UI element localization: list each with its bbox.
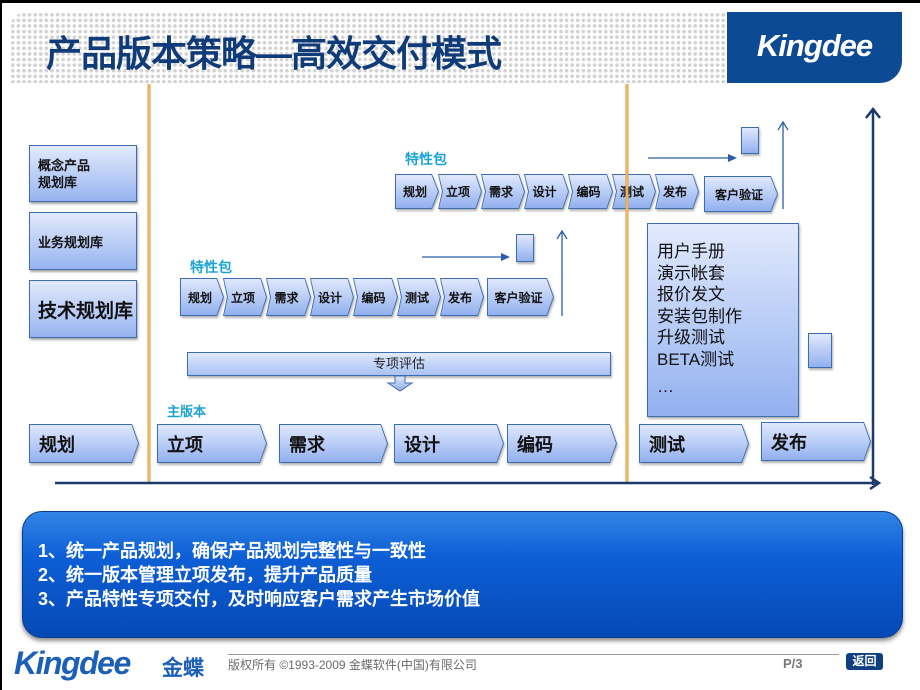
header-logo: Kingdee [727, 12, 902, 83]
feature-output-box [516, 234, 534, 262]
library-business: 业务规划库 [29, 212, 137, 270]
feature-step-coding: 编码 [353, 278, 398, 316]
feature-step-testing: 测试 [397, 278, 441, 316]
horizontal-axis [55, 475, 882, 491]
feature-step-planning: 规划 [395, 174, 439, 209]
feature-step-planning: 规划 [180, 278, 224, 316]
page-title: 产品版本策略—高效交付模式 [46, 33, 502, 74]
footer-logo-cn: 金蝶 [162, 657, 204, 680]
feature-step-release: 发布 [440, 278, 484, 316]
deliverable-item-more: … [657, 376, 674, 396]
feature-step-coding: 编码 [568, 174, 613, 209]
feature-step-testing: 测试 [612, 174, 656, 209]
header-logo-text: Kingdee [756, 28, 873, 63]
main-stage-coding: 编码 [507, 424, 617, 463]
library-concept-product: 概念产品 规划库 [29, 145, 137, 202]
footer-logo: Kingdee [14, 645, 131, 681]
feature-step-customer-verification: 客户验证 [487, 278, 554, 316]
back-button[interactable]: 返回 [846, 653, 883, 670]
main-stage-testing: 测试 [639, 424, 749, 463]
arrow-right-icon [422, 253, 510, 261]
release-deliverables-box: 用户手册 演示帐套 报价发文 安装包制作 升级测试 BETA测试 … [647, 223, 799, 417]
deliverable-item: 升级测试 [657, 328, 725, 348]
arrow-down-icon [386, 375, 414, 392]
summary-point: 3、产品特性专项交付，及时响应客户需求产生市场价值 [38, 589, 481, 609]
feature-step-initiation: 立项 [438, 174, 482, 209]
frame-border-left [0, 0, 2, 690]
main-version-label: 主版本 [167, 404, 207, 419]
summary-panel: 1、统一产品规划，确保产品规划完整性与一致性 2、统一版本管理立项发布，提升产品… [22, 511, 903, 638]
special-evaluation-bar: 专项评估 [187, 352, 611, 376]
summary-point: 2、统一版本管理立项发布，提升产品质量 [38, 565, 373, 585]
feature-step-customer-verification: 客户验证 [704, 176, 778, 212]
footer-divider [228, 654, 839, 655]
main-stage-release: 发布 [761, 422, 871, 461]
deliverable-item: BETA测试 [657, 349, 735, 369]
main-stage-design: 设计 [394, 424, 504, 463]
page-number: P/3 [783, 656, 803, 671]
main-stage-initiation: 立项 [157, 424, 267, 463]
main-stage-planning: 规划 [29, 424, 139, 463]
deliverable-item: 用户手册 [657, 242, 725, 261]
feature-step-initiation: 立项 [223, 278, 267, 316]
feature-step-release: 发布 [655, 174, 699, 209]
summary-point: 1、统一产品规划，确保产品规划完整性与一致性 [38, 541, 427, 561]
main-stage-requirements: 需求 [279, 424, 388, 463]
arrow-up-icon [777, 120, 789, 209]
release-output-box [808, 333, 832, 368]
feature-step-design: 设计 [310, 278, 354, 316]
feature-package-label: 特性包 [190, 259, 232, 275]
arrow-right-icon [648, 154, 737, 162]
frame-border-top [0, 0, 920, 3]
arrow-up-icon [556, 229, 568, 316]
feature-step-requirements: 需求 [481, 174, 525, 209]
feature-output-box [741, 127, 759, 154]
deliverable-item: 演示帐套 [657, 263, 725, 283]
library-label: 技术规划库 [38, 300, 134, 322]
footer-copyright: 版权所有 ©1993-2009 金蝶软件(中国)有限公司 [228, 658, 477, 672]
library-technical: 技术规划库 [29, 280, 137, 338]
deliverable-item: 安装包制作 [657, 306, 742, 326]
library-label: 业务规划库 [38, 234, 104, 250]
feature-step-requirements: 需求 [266, 278, 311, 316]
feature-step-design: 设计 [524, 174, 569, 209]
deliverable-item: 报价发文 [657, 285, 725, 305]
library-label: 概念产品 规划库 [38, 157, 91, 190]
feature-package-label: 特性包 [405, 151, 447, 167]
